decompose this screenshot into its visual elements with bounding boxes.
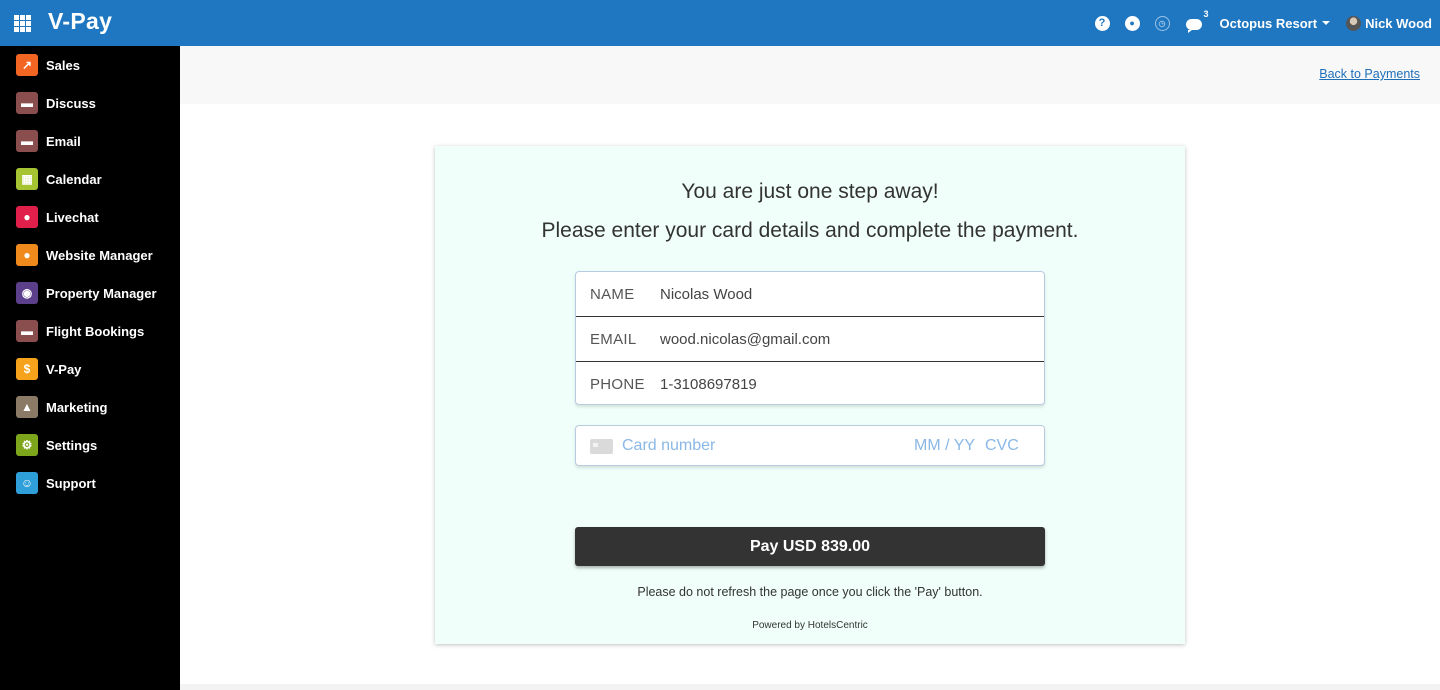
sidebar-item-settings[interactable]: ⚙ Settings (0, 426, 180, 464)
email-label: EMAIL (590, 331, 637, 348)
phone-value: 1-3108697819 (660, 376, 757, 393)
globe-icon[interactable]: ● (1124, 15, 1140, 31)
subheadline: Please enter your card details and compl… (541, 219, 1079, 242)
top-right-menu: ? ● ◷ 3 Octopus Resort Nick Wood (1080, 0, 1432, 46)
name-row: NAME Nicolas Wood (576, 272, 1044, 317)
sidebar-item-flight-bookings[interactable]: ▬ Flight Bookings (0, 312, 180, 350)
sidebar-item-property-manager[interactable]: ◉ Property Manager (0, 274, 180, 312)
sidebar-item-label: Support (46, 475, 96, 491)
avatar (1346, 15, 1362, 31)
sidebar-item-label: Marketing (46, 399, 108, 415)
refresh-warning: Please do not refresh the page once you … (637, 585, 983, 599)
sidebar-item-label: Settings (46, 437, 98, 453)
gear-icon: ⚙ (16, 434, 38, 456)
calendar-icon: ▦ (16, 168, 38, 190)
sidebar-item-label: Sales (46, 57, 80, 73)
clock-icon[interactable]: ◷ (1154, 15, 1170, 31)
sidebar: ↗ Sales ▬ Discuss ▬ Email ▦ Calendar ● Livechat ● W… (0, 46, 180, 690)
sub-header: Back to Payments (180, 46, 1440, 104)
payment-card: You are just one step away! Please enter… (435, 146, 1185, 644)
sidebar-item-marketing[interactable]: ▲ Marketing (0, 388, 180, 426)
sidebar-item-label: Livechat (46, 209, 99, 225)
dollar-icon: $ (16, 358, 38, 380)
customer-info-box: NAME Nicolas Wood EMAIL wood.nicolas@gma… (575, 271, 1045, 405)
powered-by: Powered by HotelsCentric (752, 620, 868, 631)
pay-button[interactable]: Pay USD 839.00 (575, 527, 1045, 566)
sidebar-item-label: Website Manager (46, 247, 153, 263)
livechat-icon: ● (16, 206, 38, 228)
chat-icon: ▬ (16, 320, 38, 342)
credit-card-icon (590, 439, 613, 454)
email-row: EMAIL wood.nicolas@gmail.com (576, 317, 1044, 362)
sidebar-item-label: Email (46, 133, 81, 149)
sidebar-item-label: Calendar (46, 171, 102, 187)
sidebar-item-v-pay[interactable]: $ V-Pay (0, 350, 180, 388)
user-name: Nick Wood (1365, 15, 1432, 31)
sidebar-item-website-manager[interactable]: ● Website Manager (0, 236, 180, 274)
company-name: Octopus Resort (1219, 15, 1318, 31)
back-to-payments-link[interactable]: Back to Payments (1319, 67, 1420, 81)
support-icon: ☺ (16, 472, 38, 494)
footer-strip (180, 684, 1440, 690)
sidebar-item-label: V-Pay (46, 361, 82, 377)
sidebar-item-livechat[interactable]: ● Livechat (0, 198, 180, 236)
paper-plane-icon: ▲ (16, 396, 38, 418)
chart-icon: ↗ (16, 54, 38, 76)
name-label: NAME (590, 286, 635, 303)
card-number-field[interactable]: Card number (622, 437, 715, 455)
chevron-down-icon (1322, 21, 1331, 25)
chat-icon: ▬ (16, 92, 38, 114)
sidebar-item-discuss[interactable]: ▬ Discuss (0, 84, 180, 122)
email-value: wood.nicolas@gmail.com (660, 331, 831, 348)
chat-icon: ▬ (16, 130, 38, 152)
app-title: V-Pay (48, 8, 113, 34)
cvc-field[interactable]: CVC (985, 437, 1019, 455)
company-switcher[interactable]: Octopus Resort (1220, 16, 1331, 31)
help-icon[interactable]: ? (1094, 15, 1110, 31)
chat-count-badge: 3 (1203, 9, 1209, 19)
apps-grid-icon[interactable] (14, 15, 31, 32)
sidebar-item-email[interactable]: ▬ Email (0, 122, 180, 160)
sidebar-item-support[interactable]: ☺ Support (0, 464, 180, 502)
phone-label: PHONE (590, 376, 645, 393)
headline: You are just one step away! (681, 180, 939, 203)
user-menu[interactable]: Nick Wood (1346, 15, 1432, 31)
sidebar-item-calendar[interactable]: ▦ Calendar (0, 160, 180, 198)
sidebar-item-sales[interactable]: ↗ Sales (0, 46, 180, 84)
phone-row: PHONE 1-3108697819 (576, 362, 1044, 407)
chat-icon[interactable]: 3 (1185, 9, 1209, 33)
sidebar-item-label: Property Manager (46, 285, 157, 301)
sidebar-item-label: Discuss (46, 95, 96, 111)
name-value: Nicolas Wood (660, 286, 753, 303)
globe-icon: ● (16, 244, 38, 266)
top-bar: V-Pay ? ● ◷ 3 Octopus Resort Nick Wood (0, 0, 1440, 46)
handshake-icon: ◉ (16, 282, 38, 304)
sidebar-item-label: Flight Bookings (46, 323, 145, 339)
card-input[interactable]: Card number MM / YY CVC (575, 425, 1045, 466)
expiry-field[interactable]: MM / YY (914, 437, 975, 455)
